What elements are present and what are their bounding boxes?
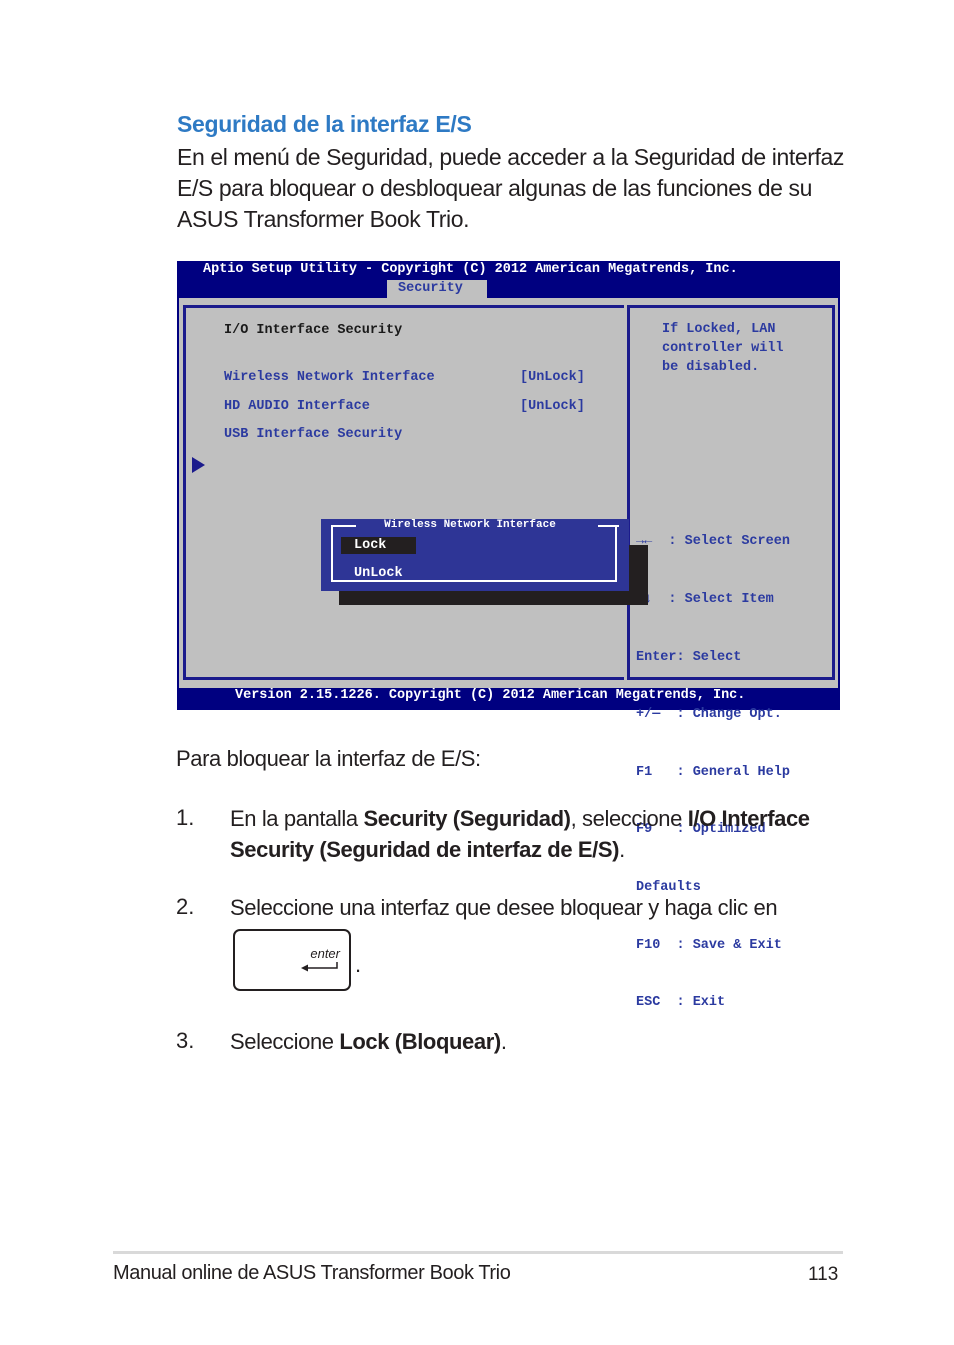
help-line: If Locked, LAN	[662, 322, 776, 337]
step-2-period: .	[355, 952, 362, 977]
enter-key-label: enter	[310, 946, 340, 961]
enter-key-icon: enter	[233, 929, 351, 991]
instructions-lead: Para bloquear la interfaz de E/S:	[176, 746, 481, 771]
step-text-part: .	[500, 1029, 507, 1054]
key-legend: →← : Select Screen ↑↓ : Select Item Ente…	[636, 494, 790, 1051]
key-legend-line: F1 : General Help	[636, 764, 790, 780]
bios-value-wireless[interactable]: [UnLock]	[520, 370, 585, 385]
bios-item-hd-audio[interactable]: HD AUDIO Interface	[224, 399, 370, 414]
tab-security[interactable]: Security	[387, 280, 487, 298]
key-legend-line: +/— : Change Opt.	[636, 707, 782, 723]
step-1-text: En la pantalla Security (Seguridad), sel…	[230, 803, 845, 865]
bios-item-usb[interactable]: USB Interface Security	[224, 427, 402, 442]
key-legend-line: →← : Select Screen	[636, 534, 790, 550]
step-number: 3.	[176, 1028, 195, 1053]
step-text-bold: Lock (Bloquear)	[339, 1029, 501, 1054]
option-popup: Wireless Network Interface Lock UnLock	[321, 519, 629, 591]
intro-paragraph: En el menú de Seguridad, puede acceder a…	[177, 144, 845, 232]
step-3-text: Seleccione Lock (Bloquear).	[230, 1026, 845, 1057]
bios-screenshot: Aptio Setup Utility - Copyright (C) 2012…	[177, 261, 840, 1010]
bios-item-wireless[interactable]: Wireless Network Interface	[224, 370, 435, 385]
help-line: controller will	[662, 341, 784, 356]
step-number: 1.	[176, 805, 195, 830]
popup-option-lock[interactable]: Lock	[341, 537, 416, 554]
step-text-part: .	[619, 837, 625, 862]
popup-option-unlock[interactable]: UnLock	[341, 565, 416, 582]
bios-value-hd-audio[interactable]: [UnLock]	[520, 399, 585, 414]
footer-rule	[113, 1251, 843, 1254]
popup-title: Wireless Network Interface	[384, 519, 556, 531]
step-text-part: , seleccione	[570, 806, 688, 831]
submenu-pointer-icon	[192, 457, 205, 473]
footer-title: Manual online de ASUS Transformer Book T…	[113, 1262, 511, 1284]
key-legend-line: ESC : Exit	[636, 995, 726, 1011]
step-number: 2.	[176, 894, 195, 919]
page-number: 113	[808, 1264, 839, 1285]
step-2-text: Seleccione una interfaz que desee bloque…	[230, 895, 778, 920]
section-title: Seguridad de la interfaz E/S	[177, 111, 472, 137]
bios-main-panel: I/O Interface Security Wireless Network …	[183, 305, 624, 680]
bios-footer: Version 2.15.1226. Copyright (C) 2012 Am…	[235, 688, 746, 703]
bios-body: I/O Interface Security Wireless Network …	[179, 298, 838, 1010]
step-text-part: En la pantalla	[230, 806, 364, 831]
bios-title-bar: Aptio Setup Utility - Copyright (C) 2012…	[203, 262, 738, 277]
bios-heading: I/O Interface Security	[224, 323, 403, 338]
step-text-bold: Security (Seguridad)	[363, 806, 571, 831]
key-legend-line: F10 : Save & Exit	[636, 937, 782, 953]
return-arrow-icon	[301, 962, 338, 972]
bios-help-panel: If Locked, LAN controller will be disabl…	[630, 305, 835, 1010]
key-legend-line: Enter: Select	[636, 649, 742, 665]
help-line: be disabled.	[662, 360, 760, 375]
step-text-part: Seleccione	[230, 1029, 340, 1054]
key-legend-line: ↑↓ : Select Item	[636, 592, 774, 608]
